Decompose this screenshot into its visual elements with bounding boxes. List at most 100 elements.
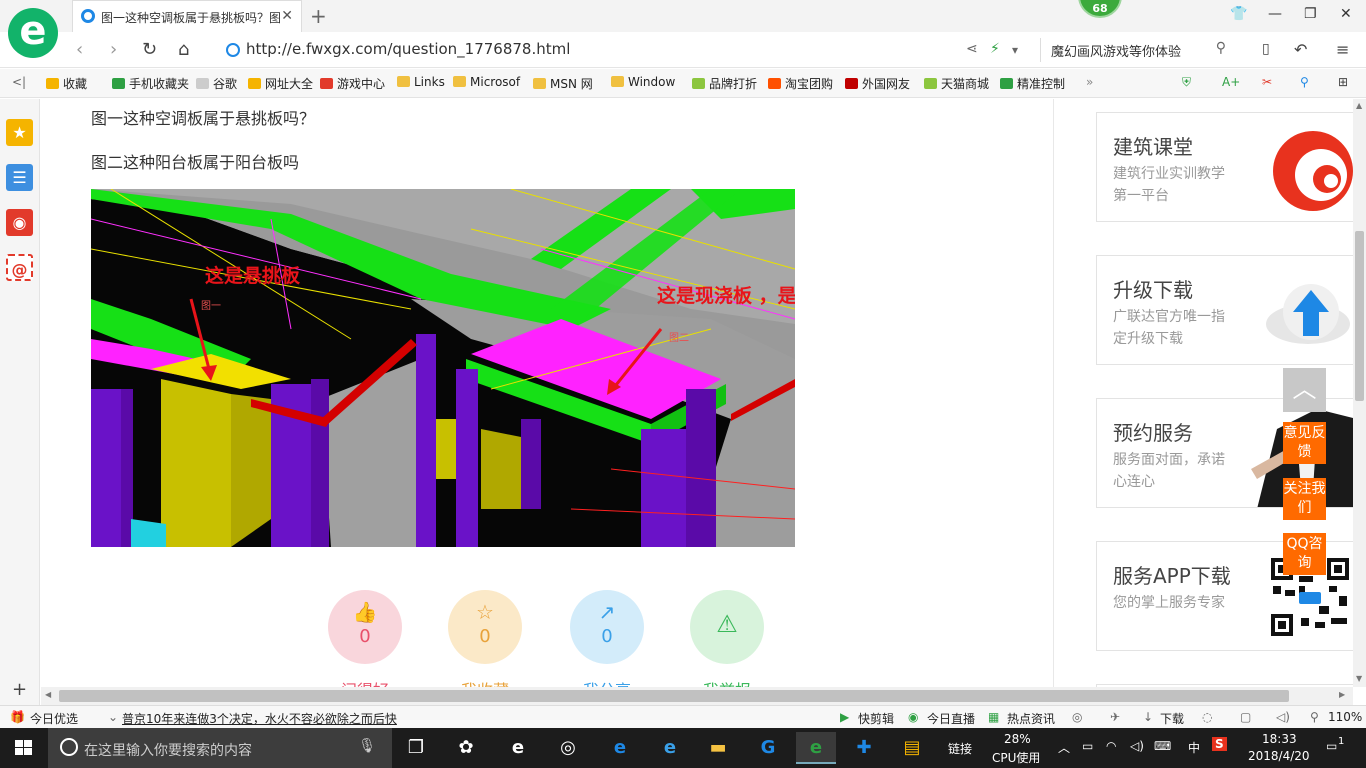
weibo-icon[interactable]: ◉ — [6, 209, 33, 236]
sogou-ime-icon[interactable]: S — [1212, 737, 1227, 751]
favorite-button[interactable]: ☆ 0 — [448, 590, 522, 664]
favorite-label[interactable]: 我收藏 — [448, 677, 522, 687]
chevron-down-icon[interactable]: ⌄ — [108, 710, 118, 724]
reload-button[interactable]: ↻ — [142, 39, 157, 60]
menu-icon[interactable]: ≡ — [1336, 40, 1349, 59]
clean-icon[interactable]: ◌ — [1202, 710, 1212, 724]
links-toolbar[interactable]: 链接 — [948, 740, 972, 757]
bookmark-item[interactable]: 谷歌 — [196, 75, 237, 92]
url-input[interactable]: http://e.fwxgx.com/question_1776878.html — [218, 38, 958, 62]
search-input[interactable]: 魔幻画风游戏等你体验 ⚲ — [1040, 38, 1240, 62]
bookmark-item[interactable]: Microsof — [453, 75, 520, 89]
back-button[interactable]: ‹ — [76, 39, 83, 60]
forward-button[interactable]: › — [110, 39, 117, 60]
scroll-up-arrow-icon[interactable]: ▲ — [1356, 101, 1362, 110]
like-label[interactable]: 问得好 — [328, 677, 402, 687]
action-center-icon[interactable]: ▭ — [1326, 739, 1337, 753]
scissors-icon[interactable]: ✂ — [1262, 75, 1272, 89]
pin-icon[interactable]: ✈ — [1110, 710, 1120, 724]
question-image[interactable]: 这是悬挑板 这是现浇板 ，是阳台板 图一 图二 — [91, 189, 795, 547]
scroll-left-arrow-icon[interactable]: ◀ — [45, 690, 51, 699]
bookmark-item[interactable]: 天猫商城 — [924, 75, 989, 92]
search-icon[interactable]: ⚲ — [1216, 40, 1226, 56]
report-label[interactable]: 我举报 — [690, 677, 764, 687]
browser-logo-icon[interactable]: e — [8, 8, 58, 58]
notification-badge[interactable]: 68 — [1078, 0, 1122, 18]
mobile-icon[interactable]: ▯ — [1262, 41, 1270, 57]
back-to-top-button[interactable]: ︿ — [1283, 368, 1326, 412]
tab-close-icon[interactable]: ✕ — [281, 8, 293, 24]
bookmark-item[interactable]: 精准控制 — [1000, 75, 1065, 92]
bookmark-item[interactable]: 淘宝团购 — [768, 75, 833, 92]
bookmark-item[interactable]: MSN 网 — [533, 75, 593, 92]
sidebar-toggle-icon[interactable]: <| — [12, 75, 26, 89]
live-link[interactable]: 今日直播 — [927, 710, 975, 727]
ime-indicator[interactable]: 中 — [1188, 739, 1200, 756]
more-bookmarks-icon[interactable]: » — [1086, 75, 1093, 89]
scroll-right-arrow-icon[interactable]: ▶ — [1339, 690, 1345, 699]
bookmark-item[interactable]: 网址大全 — [248, 75, 313, 92]
bookmark-item[interactable]: 游戏中心 — [320, 75, 385, 92]
volume-icon[interactable]: ◁) — [1276, 710, 1290, 724]
card-upgrade-download[interactable]: 升级下载 广联达官方唯一指定升级下载 — [1096, 255, 1353, 365]
reader-icon[interactable]: ☰ — [6, 164, 33, 191]
kuaijian-link[interactable]: 快剪辑 — [858, 710, 894, 727]
vertical-scroll-thumb[interactable] — [1355, 231, 1364, 401]
report-button[interactable]: ⚠ — [690, 590, 764, 664]
horizontal-scroll-thumb[interactable] — [59, 690, 1289, 702]
magnifier-icon[interactable]: ⚲ — [1300, 75, 1309, 89]
share-icon[interactable]: ⋖ — [966, 41, 978, 57]
share-label[interactable]: 我分享 — [570, 677, 644, 687]
share-button[interactable]: ↗ 0 — [570, 590, 644, 664]
vertical-scrollbar[interactable]: ▲ ▼ — [1353, 99, 1366, 687]
bookmark-item[interactable]: 外国网友 — [845, 75, 910, 92]
bookmark-item[interactable]: 品牌打折 — [692, 75, 757, 92]
swirl-app-icon[interactable]: ◎ — [548, 732, 588, 764]
add-app-icon[interactable]: ✚ — [844, 732, 884, 764]
shield-icon[interactable]: ⛨ — [1182, 75, 1191, 90]
favorites-icon[interactable]: ★ — [6, 119, 33, 146]
home-button[interactable]: ⌂ — [178, 39, 189, 60]
minimize-button[interactable]: — — [1268, 6, 1282, 22]
keyboard-icon[interactable]: ⌨ — [1154, 739, 1171, 753]
ie-icon[interactable]: e — [650, 732, 690, 764]
g-app-icon[interactable]: G — [748, 732, 788, 764]
edge-browser-icon[interactable]: e — [600, 732, 640, 764]
skin-icon[interactable]: 👕 — [1230, 6, 1247, 22]
tray-chevron-up-icon[interactable]: ︿ — [1058, 739, 1070, 756]
close-window-button[interactable]: ✕ — [1340, 6, 1352, 22]
fan-app-icon[interactable]: ✿ — [446, 732, 486, 764]
horizontal-scrollbar[interactable]: ◀ ▶ — [41, 687, 1353, 705]
edge-icon[interactable]: e — [498, 732, 538, 764]
add-sidebar-item-icon[interactable]: + — [12, 679, 27, 700]
window-icon[interactable]: ▢ — [1240, 710, 1251, 724]
file-explorer-icon[interactable]: ▬ — [698, 732, 738, 764]
like-button[interactable]: 👍 0 — [328, 590, 402, 664]
notes-app-icon[interactable]: ▤ — [892, 732, 932, 764]
volume-tray-icon[interactable]: ◁) — [1130, 739, 1144, 753]
translate-icon[interactable]: A+ — [1222, 75, 1240, 89]
undo-icon[interactable]: ↶ — [1294, 40, 1307, 59]
chevron-down-icon[interactable]: ▾ — [1012, 43, 1018, 57]
clock-time[interactable]: 18:33 — [1262, 732, 1297, 746]
tab-active[interactable]: 图一这种空调板属于悬挑板吗？图 ✕ — [72, 0, 302, 32]
windows-start-icon[interactable] — [0, 728, 48, 768]
taskbar-search-input[interactable]: 在这里输入你要搜索的内容 🎙 — [48, 728, 392, 768]
hot-news-link[interactable]: 热点资讯 — [1007, 710, 1055, 727]
card-construction-class[interactable]: 建筑课堂 建筑行业实训教学第一平台 — [1096, 112, 1353, 222]
lightning-icon[interactable]: ⚡ — [990, 41, 1000, 57]
zoom-level[interactable]: 110% — [1328, 710, 1362, 724]
follow-us-button[interactable]: 关注我们 — [1283, 478, 1326, 520]
bookmark-item[interactable]: Window — [611, 75, 675, 89]
clock-date[interactable]: 2018/4/20 — [1248, 749, 1310, 763]
bookmark-item[interactable]: Links — [397, 75, 445, 89]
bookmark-item[interactable]: 收藏 — [46, 75, 87, 92]
download-link[interactable]: 下载 — [1160, 710, 1184, 727]
apps-grid-icon[interactable]: ⊞ — [1338, 75, 1348, 89]
360-browser-icon[interactable]: e — [796, 732, 836, 764]
wifi-icon[interactable]: ◠ — [1106, 739, 1116, 753]
mail-icon[interactable]: @ — [6, 254, 33, 281]
speed-icon[interactable]: ◎ — [1072, 710, 1082, 724]
feedback-button[interactable]: 意见反馈 — [1283, 422, 1326, 464]
bookmark-item[interactable]: 手机收藏夹 — [112, 75, 189, 92]
